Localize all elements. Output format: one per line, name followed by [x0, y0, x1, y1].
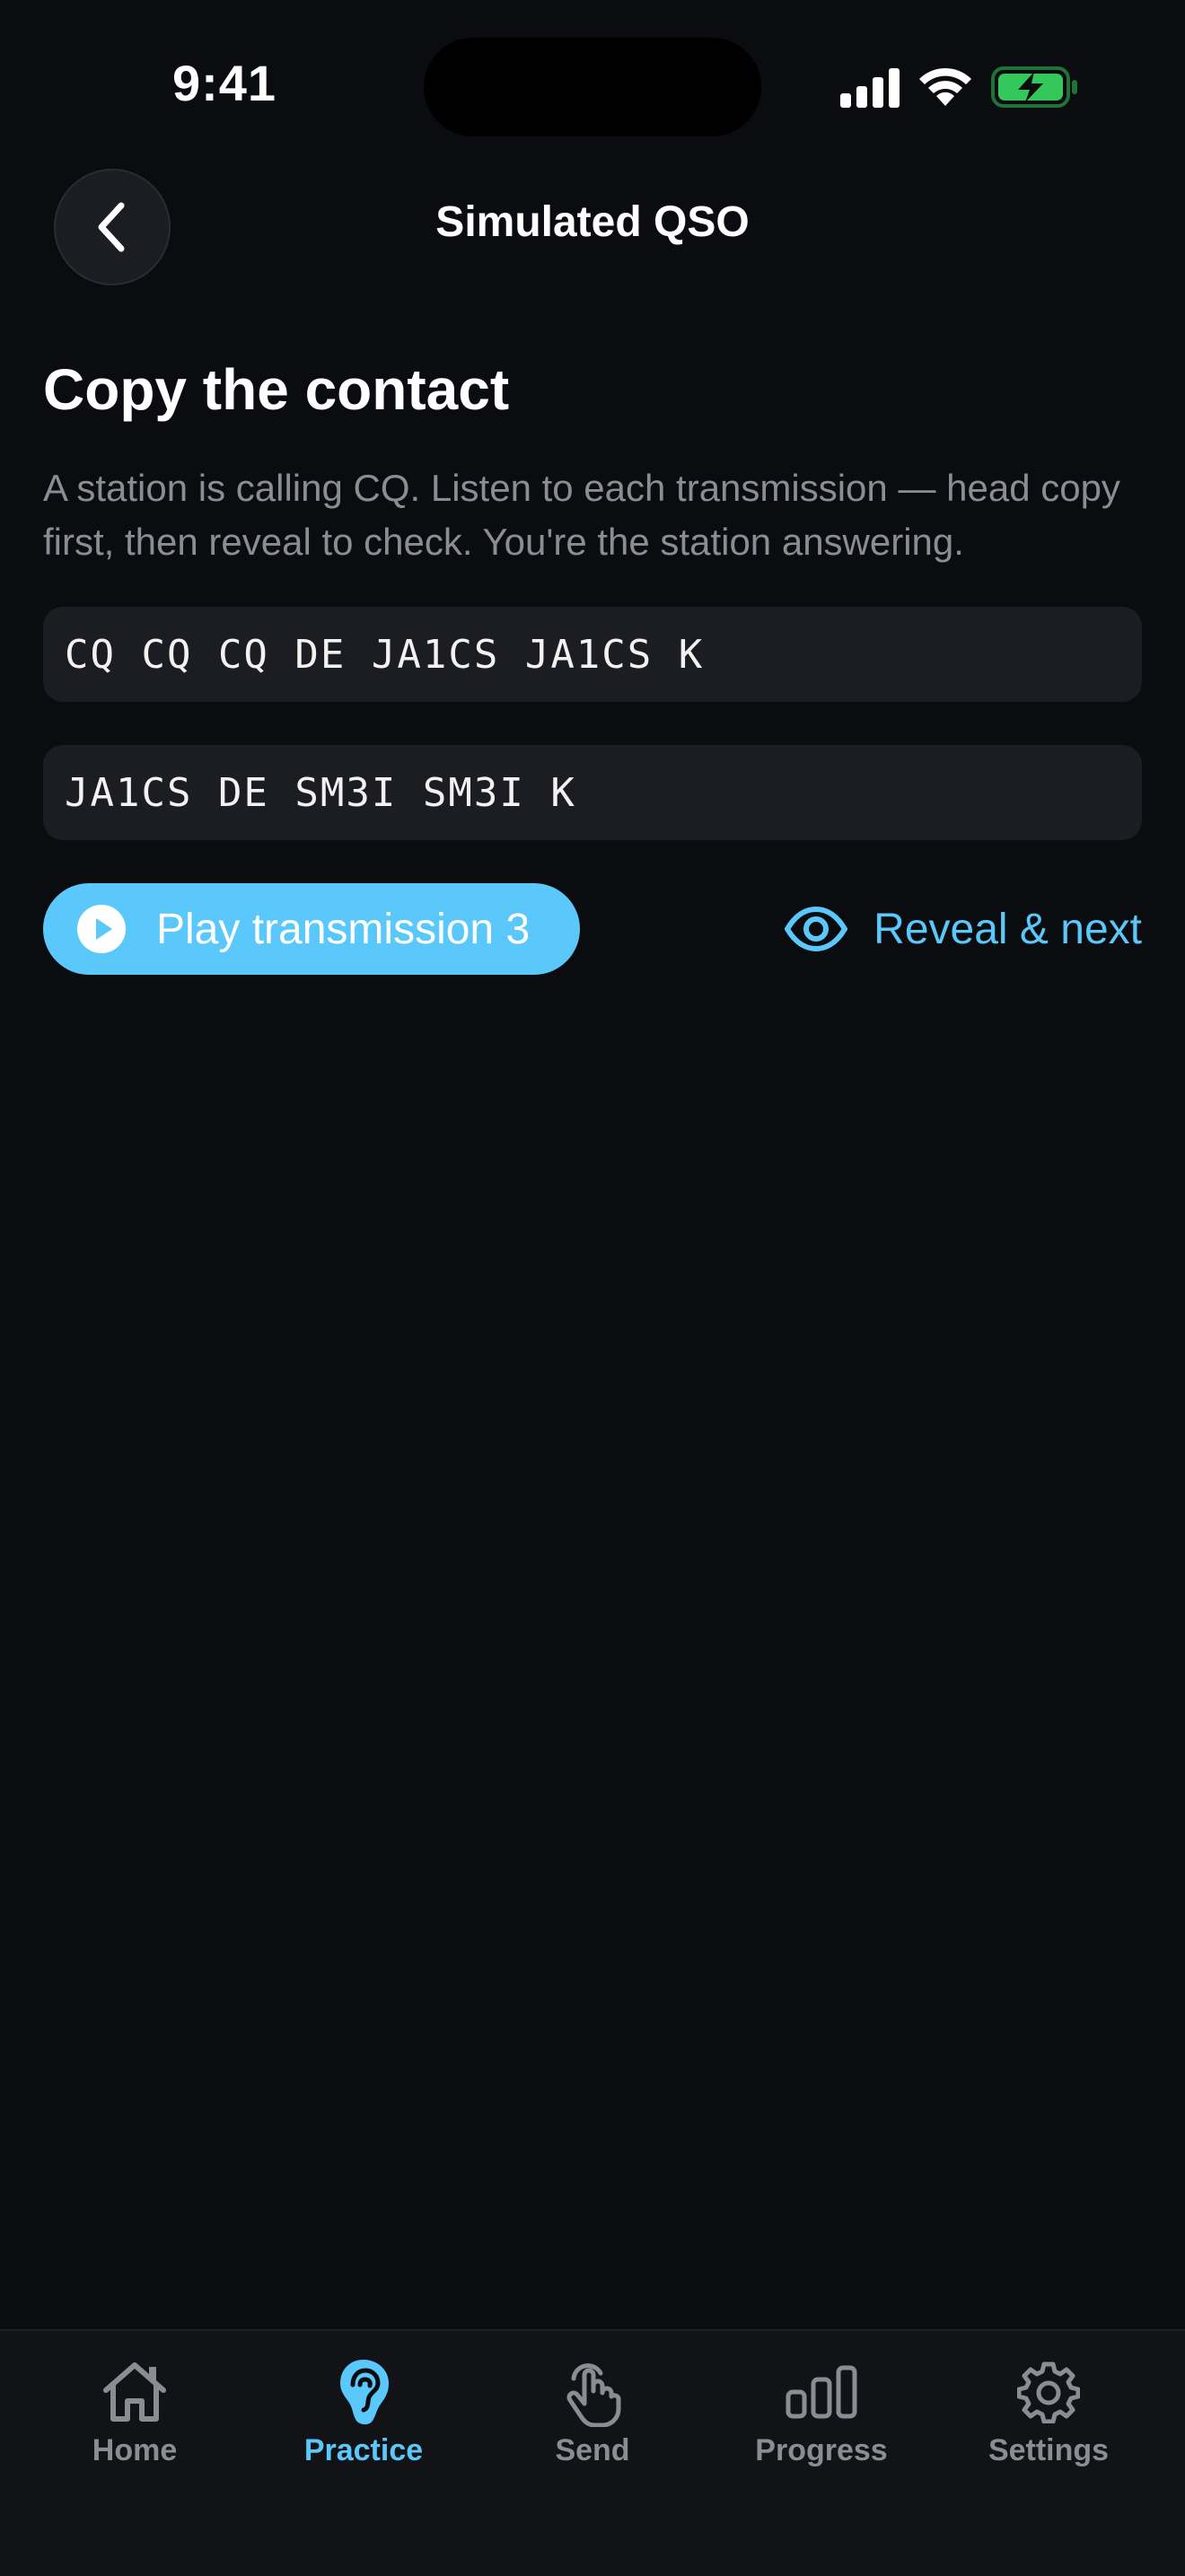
- tab-home[interactable]: Home: [36, 2356, 233, 2491]
- ear-icon: [328, 2356, 399, 2428]
- reveal-next-button[interactable]: Reveal & next: [784, 883, 1142, 975]
- nav-title: Simulated QSO: [435, 198, 750, 246]
- tab-progress[interactable]: Progress: [723, 2356, 920, 2491]
- play-button-label: Play transmission 3: [156, 905, 531, 953]
- battery-charging-icon: [991, 66, 1077, 108]
- cellular-signal-icon: [840, 68, 900, 108]
- play-transmission-button[interactable]: Play transmission 3: [43, 883, 580, 975]
- eye-icon: [784, 907, 848, 951]
- play-circle-icon: [75, 903, 127, 955]
- bar-chart-icon: [786, 2356, 857, 2428]
- tap-hand-icon: [557, 2356, 628, 2428]
- transmission-card-1: CQ CQ CQ DE JA1CS JA1CS K: [43, 607, 1142, 702]
- tab-label: Home: [92, 2433, 178, 2467]
- page-title: Copy the contact: [43, 357, 510, 422]
- transmission-card-2: JA1CS DE SM3I SM3I K: [43, 745, 1142, 840]
- dynamic-island: [424, 38, 761, 136]
- nav-header: Simulated QSO: [0, 162, 1185, 296]
- main-content: Copy the contact A station is calling CQ…: [43, 350, 1142, 977]
- tab-label: Practice: [303, 2433, 424, 2467]
- tab-label: Progress: [755, 2433, 888, 2467]
- tab-label: Settings: [988, 2433, 1110, 2467]
- tab-settings[interactable]: Settings: [950, 2356, 1147, 2491]
- status-time: 9:41: [171, 55, 277, 111]
- reveal-button-label: Reveal & next: [873, 905, 1142, 953]
- action-row: Play transmission 3 Reveal & next: [43, 883, 1142, 977]
- gear-icon: [1013, 2356, 1084, 2428]
- transmission-text: JA1CS DE SM3I SM3I K: [65, 769, 576, 816]
- tab-label: Send: [555, 2433, 630, 2467]
- instructions-text: A station is calling CQ. Listen to each …: [43, 467, 1120, 563]
- transmission-text: CQ CQ CQ DE JA1CS JA1CS K: [65, 631, 705, 678]
- tab-send[interactable]: Send: [494, 2356, 691, 2491]
- wifi-icon: [919, 67, 971, 106]
- tab-practice[interactable]: Practice: [265, 2356, 462, 2491]
- house-icon: [99, 2356, 171, 2428]
- tab-bar: Home Practice Send Progress Settings: [0, 2329, 1185, 2576]
- status-bar: 9:41: [0, 0, 1185, 162]
- status-icons: [835, 63, 1086, 108]
